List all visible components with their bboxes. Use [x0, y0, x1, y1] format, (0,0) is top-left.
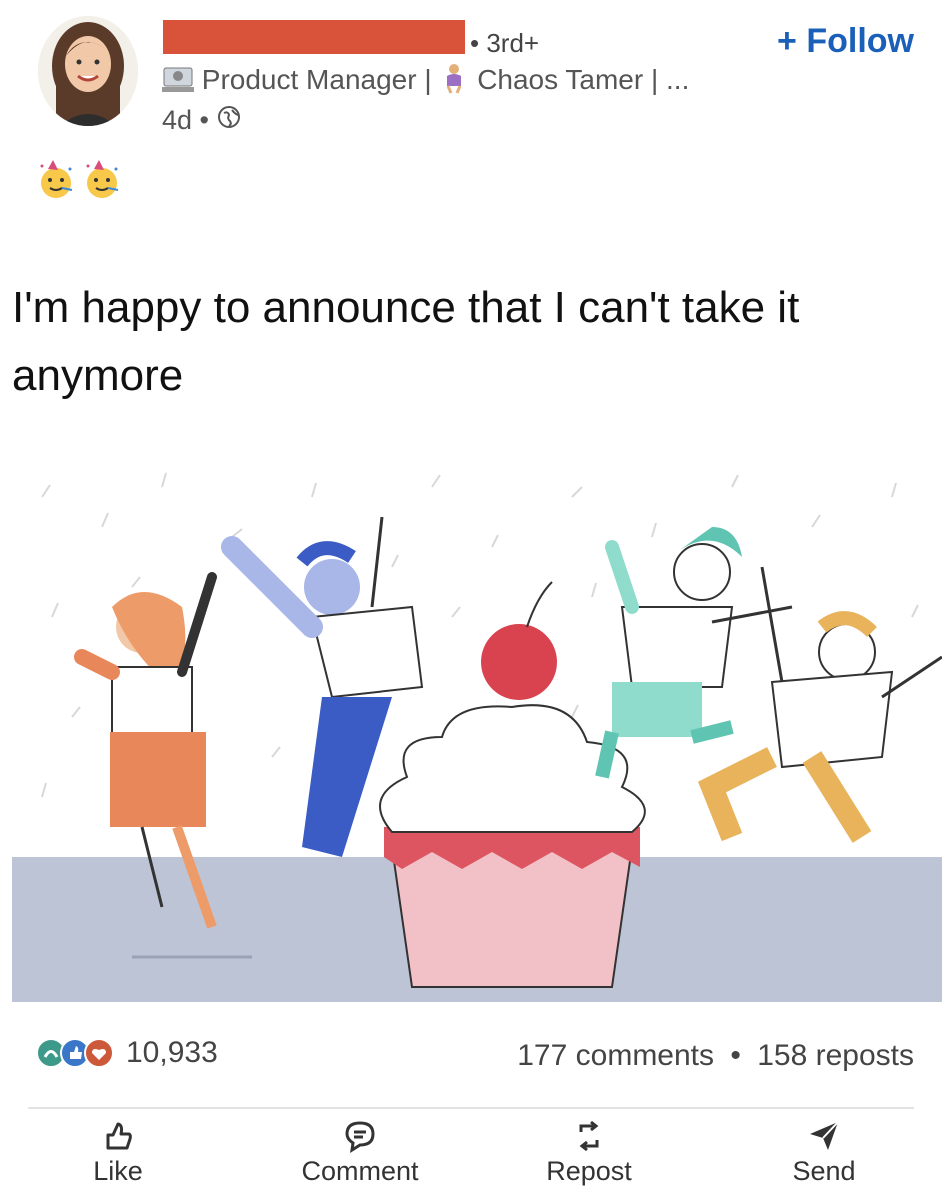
author-headline: Product Manager | Chaos Tamer | ... — [162, 62, 689, 101]
send-icon — [810, 1121, 839, 1150]
love-reaction-icon — [84, 1038, 114, 1068]
person-icon — [439, 62, 469, 101]
comments-count[interactable]: 177 comments — [517, 1039, 714, 1072]
follow-button[interactable]: + Follow — [777, 22, 914, 61]
repost-label: Repost — [546, 1156, 632, 1186]
reaction-icons — [36, 1038, 114, 1068]
reactions-summary[interactable]: 10,933 — [36, 1036, 218, 1070]
send-label: Send — [792, 1156, 856, 1186]
headline-role: Product Manager | — [201, 64, 432, 95]
divider — [28, 1107, 914, 1109]
post-text: I'm happy to announce that I can't take … — [12, 283, 800, 400]
like-icon — [106, 1122, 132, 1150]
repost-button[interactable]: Repost — [509, 1118, 669, 1187]
action-bar: Like Comment Repost Send — [0, 1118, 942, 1200]
post-meta: 4d • — [162, 105, 241, 136]
technologist-icon — [162, 66, 194, 101]
stats-separator: • — [730, 1039, 741, 1072]
party-face-icon — [86, 160, 119, 198]
like-button[interactable]: Like — [38, 1118, 198, 1187]
reposts-count[interactable]: 158 reposts — [757, 1039, 914, 1072]
post-image-celebration[interactable] — [12, 457, 942, 1002]
send-button[interactable]: Send — [744, 1118, 904, 1187]
author-avatar[interactable] — [38, 16, 138, 126]
reaction-count: 10,933 — [126, 1036, 218, 1069]
repost-icon — [579, 1120, 599, 1152]
like-label: Like — [93, 1156, 143, 1186]
party-face-icon — [40, 160, 73, 198]
post-age: 4d • — [162, 105, 209, 135]
author-name-redacted[interactable] — [163, 20, 465, 54]
connection-degree: • 3rd+ — [470, 28, 540, 58]
engagement-stats[interactable]: 177 comments • 158 reposts — [517, 1039, 914, 1073]
comment-label: Comment — [301, 1156, 419, 1186]
headline-tag: Chaos Tamer | ... — [477, 64, 690, 95]
comment-icon — [345, 1121, 375, 1153]
post-emojis — [36, 160, 122, 200]
globe-icon — [217, 105, 241, 136]
comment-button[interactable]: Comment — [280, 1118, 440, 1187]
